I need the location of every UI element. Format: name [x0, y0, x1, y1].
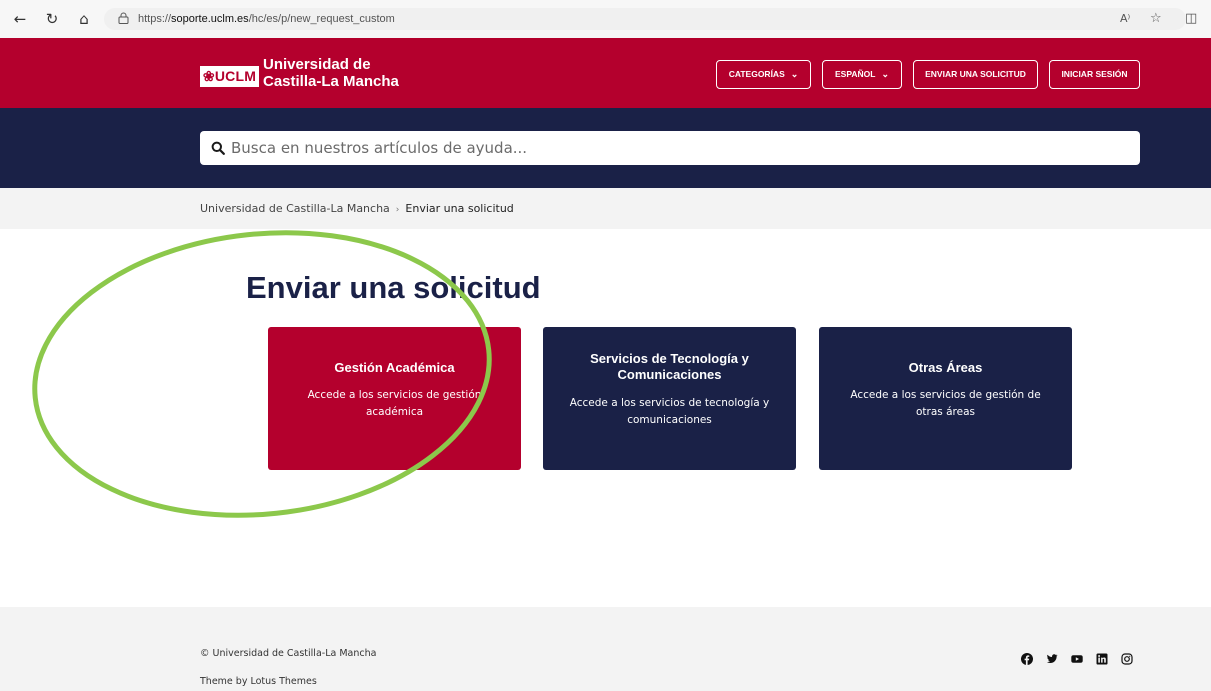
linkedin-icon[interactable] — [1096, 653, 1108, 665]
url-text[interactable]: https://soporte.uclm.es/hc/es/p/new_requ… — [138, 11, 395, 27]
uclm-logo[interactable]: ❀UCLM Universidad de Castilla-La Mancha — [200, 53, 410, 93]
page-title: Enviar una solicitud — [246, 270, 541, 305]
read-aloud-icon[interactable]: A⁾ — [1120, 11, 1130, 27]
favorite-star-icon[interactable]: ☆ — [1150, 11, 1162, 27]
split-screen-icon[interactable]: ◫ — [1185, 11, 1197, 27]
facebook-icon[interactable] — [1021, 653, 1033, 665]
categories-label: CATEGORÍAS — [728, 69, 785, 79]
address-bar[interactable]: https://soporte.uclm.es/hc/es/p/new_requ… — [104, 8, 1186, 30]
logo-text-line2: Castilla-La Mancha — [263, 73, 399, 90]
chevron-down-icon: ⌄ — [881, 69, 889, 79]
card-title: Servicios de Tecnología y Comunicaciones — [590, 351, 749, 382]
url-prefix: https:// — [138, 13, 172, 25]
submit-request-button[interactable]: ENVIAR UNA SOLICITUD — [913, 60, 1038, 89]
search-placeholder: Busca en nuestros artículos de ayuda... — [231, 139, 528, 157]
search-icon — [211, 141, 225, 155]
card-description: Accede a los servicios de tecnología y c… — [569, 397, 770, 426]
search-input[interactable]: Busca en nuestros artículos de ayuda... — [200, 131, 1140, 165]
card-description: Accede a los servicios de gestión académ… — [307, 389, 482, 418]
chevron-down-icon: ⌄ — [790, 69, 799, 79]
logo-text-line1: Universidad de — [263, 56, 371, 73]
sign-in-button[interactable]: INICIAR SESIÓN — [1049, 60, 1140, 89]
breadcrumb-bar: Universidad de Castilla-La Mancha › Enviar… — [0, 188, 1211, 229]
logo-mark: ❀UCLM — [200, 66, 259, 87]
twitter-icon[interactable] — [1046, 653, 1058, 665]
theme-credit-link[interactable]: Theme by Lotus Themes — [200, 675, 317, 688]
card-description: Accede a los servicios de gestión de otr… — [850, 389, 1041, 418]
reload-icon[interactable]: ↻ — [42, 9, 62, 29]
youtube-icon[interactable] — [1071, 653, 1083, 665]
search-band: Busca en nuestros artículos de ayuda... — [0, 108, 1211, 188]
instagram-icon[interactable] — [1121, 653, 1133, 665]
card-otras-areas[interactable]: Otras Áreas Accede a los servicios de ge… — [819, 327, 1072, 470]
home-icon[interactable]: ⌂ — [74, 9, 94, 29]
url-host: soporte.uclm.es — [171, 13, 249, 25]
copyright-text: © Universidad de Castilla-La Mancha — [200, 648, 377, 659]
back-icon[interactable]: ← — [10, 9, 30, 29]
breadcrumb-separator: › — [395, 205, 400, 215]
card-title: Gestión Académica — [334, 360, 455, 375]
site-header: ❀UCLM Universidad de Castilla-La Mancha … — [0, 38, 1211, 108]
breadcrumb: Universidad de Castilla-La Mancha › Enviar… — [200, 201, 514, 218]
breadcrumb-current: Enviar una solicitud — [405, 202, 514, 215]
browser-chrome: ← ↻ ⌂ https://soporte.uclm.es/hc/es/p/ne… — [0, 0, 1211, 38]
card-gestion-academica[interactable]: Gestión Académica Accede a los servicios… — [268, 327, 521, 470]
lock-icon[interactable] — [118, 12, 129, 24]
card-servicios-tecnologia[interactable]: Servicios de Tecnología y Comunicaciones… — [543, 327, 796, 470]
breadcrumb-home-link[interactable]: Universidad de Castilla-La Mancha — [200, 202, 390, 215]
url-path: /hc/es/p/new_request_custom — [248, 13, 395, 25]
card-title: Otras Áreas — [908, 360, 983, 375]
language-label: ESPAÑOL — [834, 69, 876, 79]
site-footer: © Universidad de Castilla-La Mancha Them… — [0, 607, 1211, 691]
language-dropdown-button[interactable]: ESPAÑOL ⌄ — [822, 60, 902, 89]
categories-dropdown-button[interactable]: CATEGORÍAS ⌄ — [716, 60, 811, 89]
